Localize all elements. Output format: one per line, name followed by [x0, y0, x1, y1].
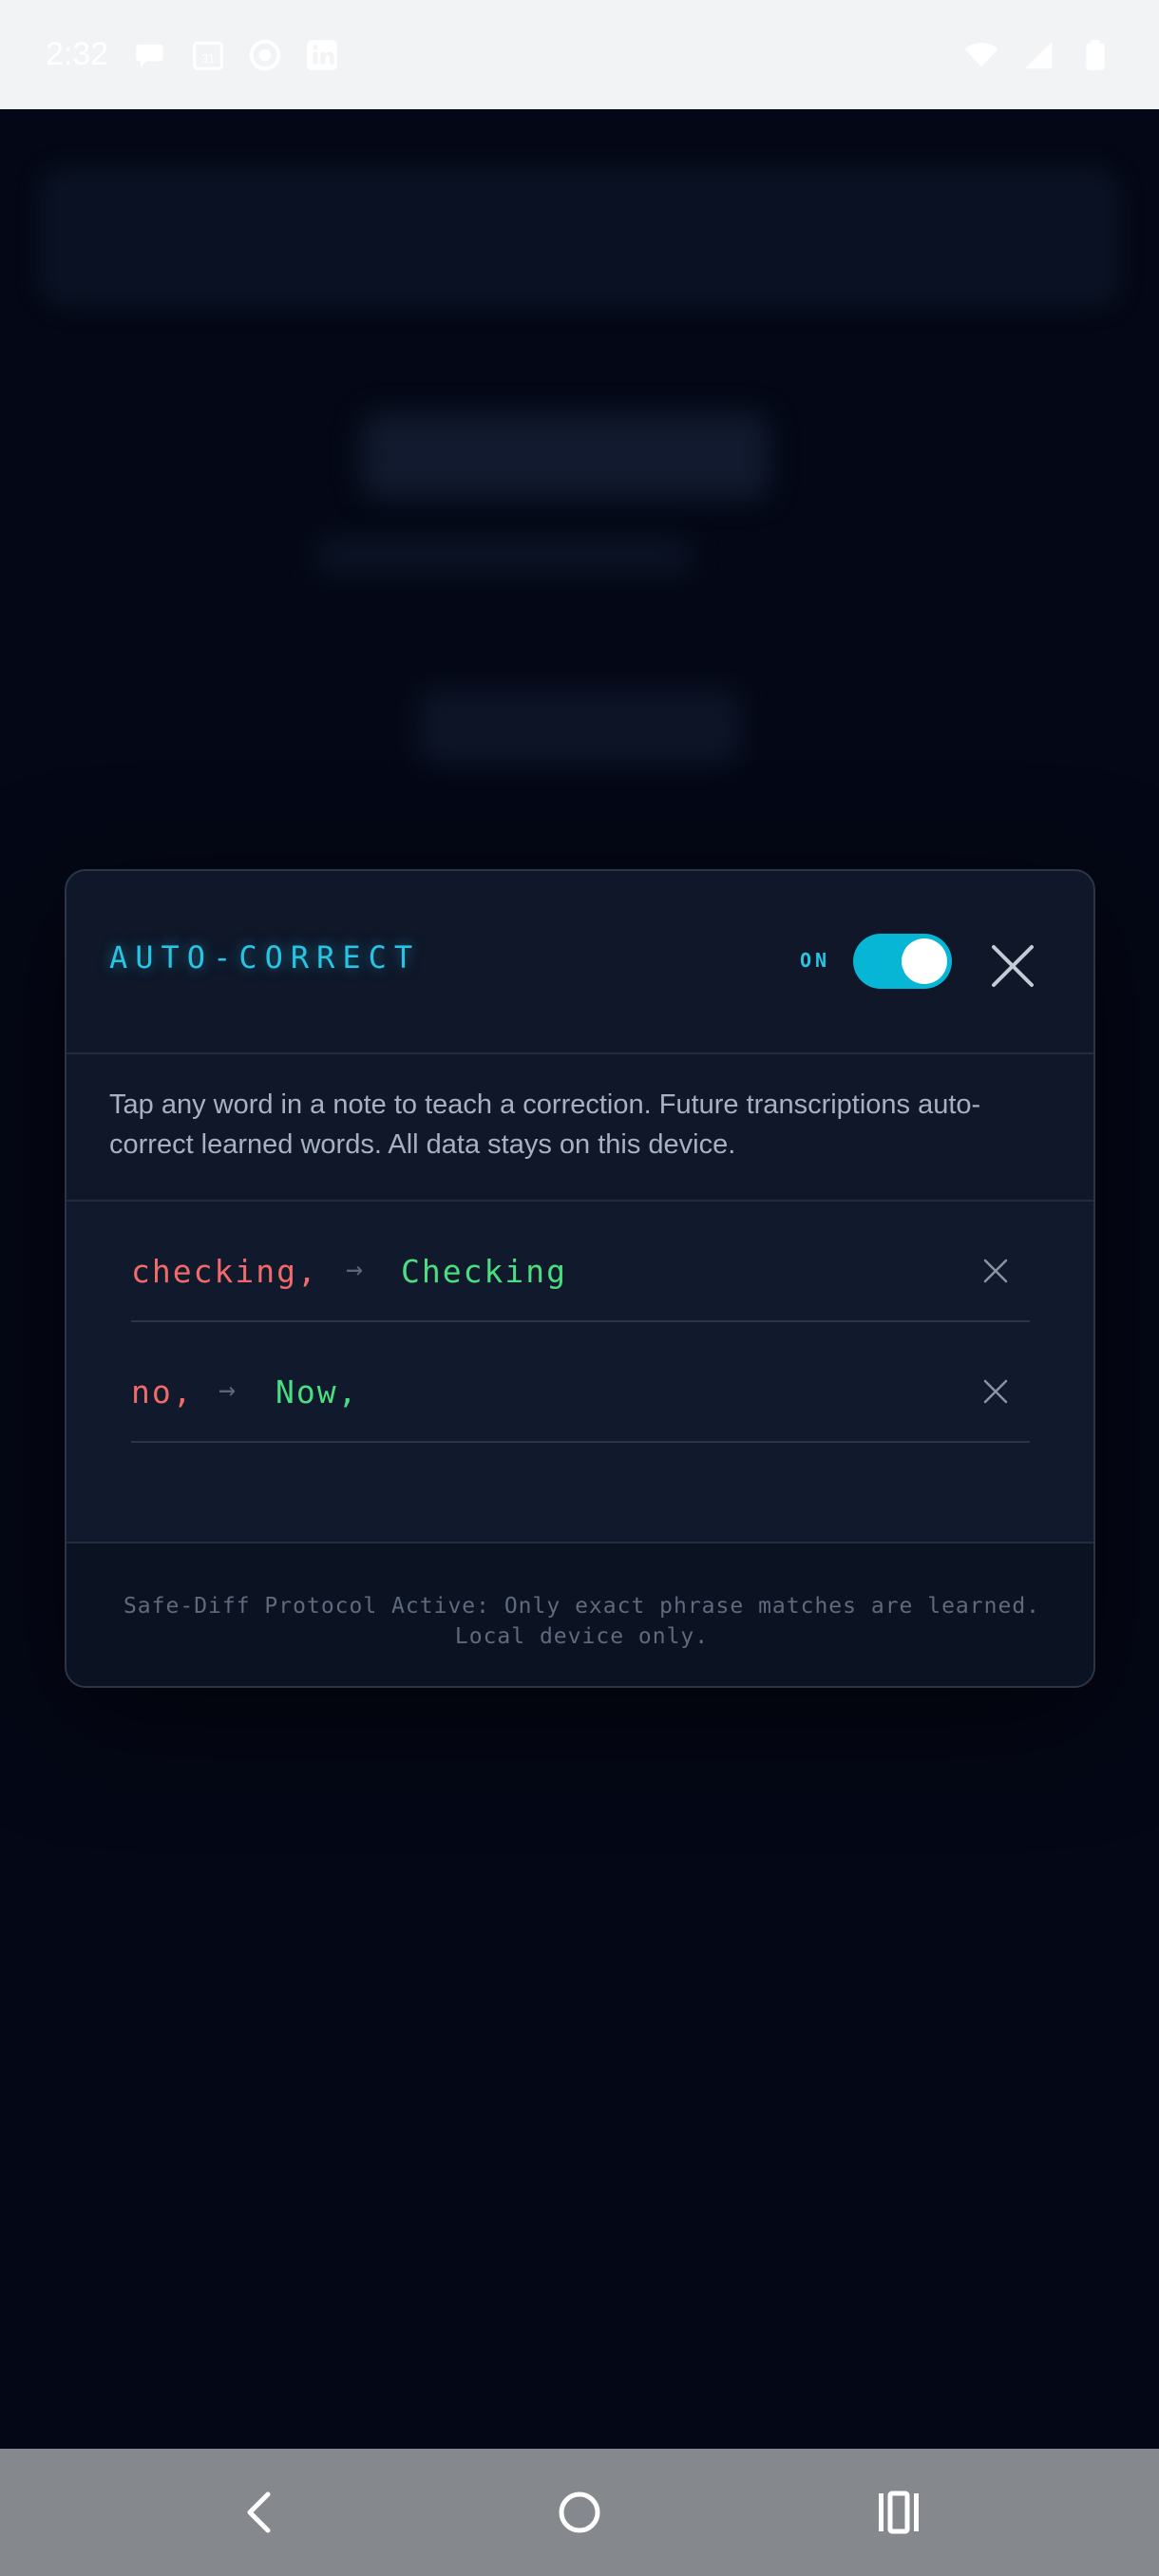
toggle-label: ON [800, 949, 831, 972]
arrow-icon: → [346, 1253, 366, 1286]
close-icon[interactable] [986, 939, 1039, 993]
auto-correct-modal: AUTO-CORRECT ON Tap any word in a note t… [65, 869, 1095, 1688]
wifi-icon [964, 42, 998, 67]
back-icon[interactable] [224, 2477, 294, 2548]
auto-correct-toggle[interactable] [853, 934, 952, 989]
rule-to-word: Now, [276, 1373, 359, 1411]
background-timer [361, 413, 770, 499]
rules-list: checking, → Checking no, → Now, [66, 1202, 1093, 1542]
background-record-button [418, 689, 741, 765]
rule-to-word: Checking [401, 1253, 567, 1290]
footer-text: Safe-Diff Protocol Active: Only exact ph… [123, 1594, 1041, 1649]
status-right [963, 37, 1113, 73]
rule-row[interactable]: no, → Now, [131, 1322, 1030, 1443]
arrow-icon: → [218, 1373, 238, 1407]
cellular-signal-icon [1024, 41, 1053, 68]
rule-from-word: checking, [131, 1253, 318, 1290]
background-header [38, 166, 1121, 309]
home-icon[interactable] [544, 2477, 615, 2548]
background-subtitle [314, 537, 694, 575]
delete-rule-icon[interactable] [979, 1255, 1012, 1287]
status-time: 2:32 [46, 36, 109, 72]
linkedin-icon [307, 39, 338, 70]
radio-circle-icon [249, 39, 281, 70]
battery-icon [1086, 39, 1105, 70]
modal-header: AUTO-CORRECT ON [66, 871, 1093, 1054]
chat-bubble-icon [136, 44, 163, 67]
toggle-knob [902, 938, 947, 984]
recents-icon[interactable] [864, 2477, 934, 2548]
navigation-bar [0, 2449, 1159, 2576]
modal-footer: Safe-Diff Protocol Active: Only exact ph… [66, 1544, 1093, 1686]
rule-from-word: no, [131, 1373, 194, 1411]
modal-title: AUTO-CORRECT [109, 939, 421, 975]
rule-row[interactable]: checking, → Checking [131, 1202, 1030, 1322]
svg-text:31: 31 [201, 51, 215, 65]
modal-description: Tap any word in a note to teach a correc… [109, 1089, 981, 1160]
delete-rule-icon[interactable] [979, 1375, 1012, 1408]
status-bar: 2:32 31 [0, 0, 1159, 109]
calendar-icon: 31 [193, 41, 224, 70]
